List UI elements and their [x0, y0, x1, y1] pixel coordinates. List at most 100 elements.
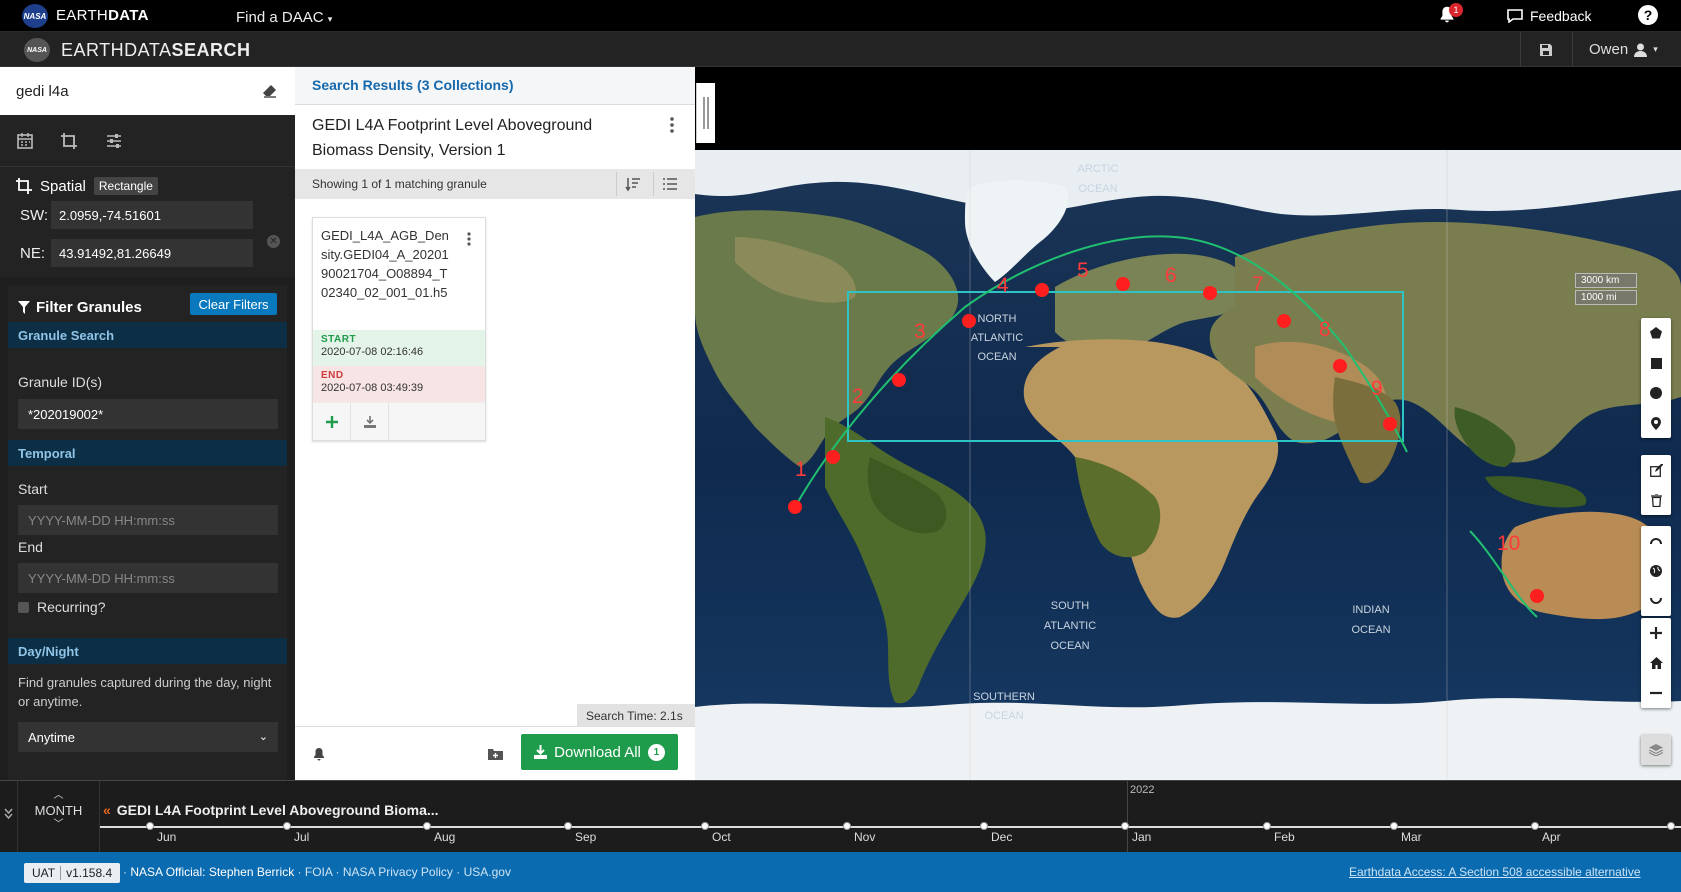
- find-daac-menu[interactable]: Find a DAAC ▾: [236, 9, 332, 26]
- track-point[interactable]: [1277, 314, 1291, 328]
- timeline-zoom[interactable]: ︿ MONTH ﹀: [18, 781, 100, 853]
- help-button[interactable]: ?: [1638, 5, 1658, 25]
- spatial-type-badge: Rectangle: [93, 177, 158, 195]
- list-view-icon[interactable]: [662, 176, 678, 192]
- start-label: Start: [18, 481, 48, 497]
- projection-tools: [1641, 526, 1671, 616]
- south-polar-projection-button[interactable]: [1641, 586, 1671, 616]
- map-view[interactable]: 1 2 3 4 5 6 7 8 9 10 ARCTIC OCEAN NORTH …: [695, 67, 1681, 780]
- draw-polygon-button[interactable]: [1641, 318, 1671, 348]
- download-granule-button[interactable]: [351, 403, 389, 441]
- sw-coordinate-input[interactable]: [51, 201, 253, 229]
- map-label: OCEAN: [1351, 624, 1390, 636]
- layers-button[interactable]: [1641, 735, 1671, 765]
- map-label: NORTH: [978, 313, 1017, 325]
- granule-card[interactable]: GEDI_L4A_AGB_Density.GEDI04_A_2020190021…: [312, 217, 486, 441]
- nasa-logo[interactable]: NASA: [22, 4, 48, 28]
- timeline-collapse-button[interactable]: [0, 781, 18, 853]
- track-point[interactable]: [1203, 286, 1217, 300]
- search-results-tab[interactable]: Search Results (3 Collections): [295, 67, 695, 105]
- version-badge: UAT v1.158.4: [24, 863, 121, 883]
- granule-ids-input[interactable]: [18, 399, 278, 429]
- privacy-policy-link[interactable]: NASA Privacy Policy: [343, 865, 453, 879]
- app-title[interactable]: EARTHDATASEARCH: [61, 40, 251, 61]
- track-point[interactable]: [1530, 589, 1544, 603]
- end-label: END: [321, 370, 344, 381]
- granule-start: START 2020-07-08 02:16:46: [313, 330, 485, 366]
- timeline-tick: [843, 822, 851, 830]
- arc-top-icon: [1650, 538, 1662, 545]
- draw-circle-button[interactable]: [1641, 378, 1671, 408]
- timeline-product[interactable]: «GEDI L4A Footprint Level Aboveground Bi…: [103, 802, 439, 818]
- caret-down-icon: ▾: [1653, 44, 1658, 54]
- arc-bottom-icon: [1650, 597, 1662, 604]
- user-menu[interactable]: Owen ▾: [1589, 41, 1658, 58]
- track-point[interactable]: [1035, 283, 1049, 297]
- chevrons-left-icon[interactable]: «: [103, 802, 111, 818]
- timeline-tick: [146, 822, 154, 830]
- accessible-alternative-link[interactable]: Earthdata Access: A Section 508 accessib…: [1349, 865, 1641, 879]
- zoom-in-button[interactable]: [1641, 618, 1671, 648]
- crop-icon[interactable]: [60, 132, 78, 150]
- sliders-icon[interactable]: [105, 132, 123, 150]
- track-point[interactable]: [1333, 359, 1347, 373]
- track-point[interactable]: [1116, 277, 1130, 291]
- download-all-button[interactable]: Download All 1: [521, 734, 678, 770]
- user-icon: [1634, 43, 1648, 57]
- map-label: OCEAN: [984, 710, 1023, 722]
- day-night-select[interactable]: Anytime ⌄: [18, 722, 278, 752]
- plus-icon: [1650, 627, 1662, 639]
- track-point[interactable]: [826, 450, 840, 464]
- search-input[interactable]: [0, 67, 254, 115]
- more-vertical-icon[interactable]: [670, 117, 674, 133]
- clear-filters-button[interactable]: Clear Filters: [190, 293, 277, 315]
- zoom-out-button[interactable]: [1641, 678, 1671, 708]
- timeline-month: Sep: [575, 830, 597, 844]
- chevron-up-icon[interactable]: ︿: [18, 791, 99, 801]
- sort-icon[interactable]: [625, 176, 641, 192]
- recurring-checkbox[interactable]: Recurring?: [18, 599, 105, 615]
- save-icon[interactable]: [1539, 43, 1553, 57]
- track-point[interactable]: [788, 500, 802, 514]
- timeline-axis[interactable]: [100, 826, 1681, 828]
- delete-shape-button[interactable]: [1641, 485, 1671, 515]
- end-date-input[interactable]: [18, 563, 278, 593]
- start-label: START: [321, 334, 357, 345]
- add-project-icon[interactable]: [488, 748, 503, 760]
- draw-point-button[interactable]: [1641, 408, 1671, 438]
- track-point[interactable]: [892, 373, 906, 387]
- caret-down-icon: ▾: [327, 14, 333, 24]
- edit-shape-button[interactable]: [1641, 455, 1671, 485]
- panel-resize-handle[interactable]: [696, 83, 715, 143]
- bell-icon[interactable]: [313, 747, 325, 761]
- map-label: OCEAN: [1078, 183, 1117, 195]
- foia-link[interactable]: FOIA: [305, 865, 332, 879]
- map-label: SOUTH: [1051, 600, 1090, 612]
- add-granule-button[interactable]: [313, 403, 351, 441]
- eraser-icon[interactable]: [262, 83, 278, 99]
- timeline-tick: [1531, 822, 1539, 830]
- timeline: ︿ MONTH ﹀ «GEDI L4A Footprint Level Abov…: [0, 780, 1681, 853]
- clear-spatial-icon[interactable]: ✕: [267, 235, 280, 248]
- track-point[interactable]: [962, 314, 976, 328]
- earthdata-brand[interactable]: EARTHDATA: [56, 7, 149, 24]
- draw-rectangle-button[interactable]: [1641, 348, 1671, 378]
- start-date-input[interactable]: [18, 505, 278, 535]
- more-vertical-icon[interactable]: [467, 232, 471, 246]
- chevron-down-icon[interactable]: ﹀: [18, 820, 99, 830]
- draw-tools: [1641, 318, 1671, 438]
- north-polar-projection-button[interactable]: [1641, 526, 1671, 556]
- calendar-icon[interactable]: [16, 132, 34, 150]
- home-button[interactable]: [1641, 648, 1671, 678]
- timeline-tick: [701, 822, 709, 830]
- nasa-official: NASA Official: Stephen Berrick: [130, 865, 295, 879]
- world-map[interactable]: 1 2 3 4 5 6 7 8 9 10 ARCTIC OCEAN NORTH …: [695, 67, 1681, 780]
- usa-gov-link[interactable]: USA.gov: [464, 865, 511, 879]
- ne-coordinate-input[interactable]: [51, 239, 253, 267]
- feedback-button[interactable]: Feedback: [1506, 8, 1591, 24]
- geographic-projection-button[interactable]: [1641, 556, 1671, 586]
- checkbox-box[interactable]: [18, 601, 29, 613]
- notification-count-badge: 1: [1449, 3, 1463, 17]
- nasa-meatball-logo[interactable]: NASA: [24, 38, 50, 62]
- track-point[interactable]: [1383, 417, 1397, 431]
